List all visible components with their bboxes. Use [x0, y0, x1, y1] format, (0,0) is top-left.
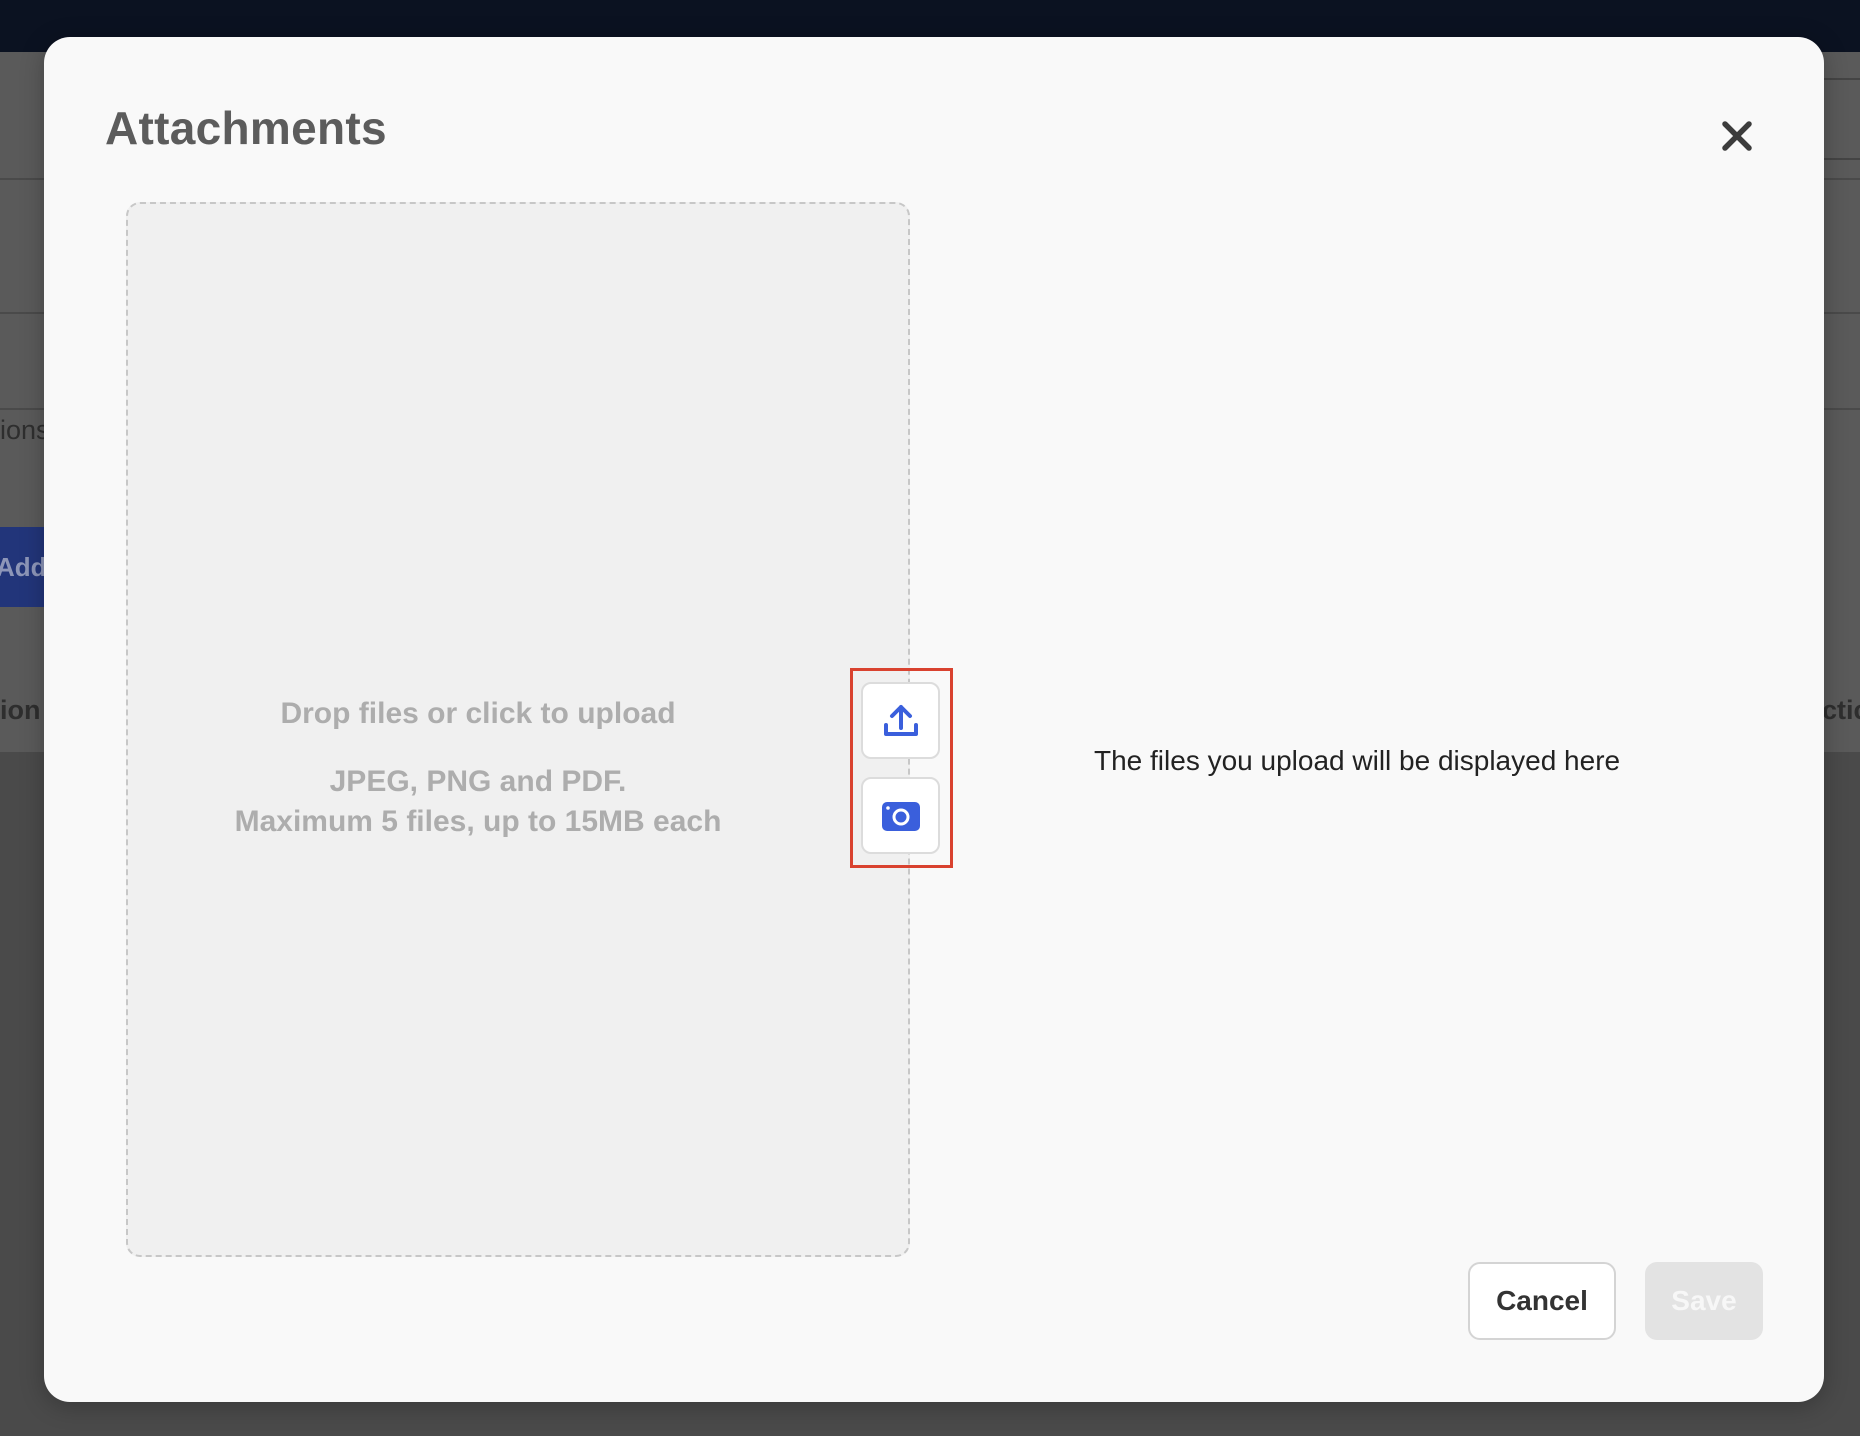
upload-icon: [883, 704, 918, 736]
background-column-header: ctic: [1822, 695, 1860, 725]
camera-icon: [881, 801, 920, 831]
upload-file-button[interactable]: [861, 682, 940, 759]
take-photo-button[interactable]: [861, 777, 940, 854]
close-icon: [1722, 121, 1752, 151]
background-label: ions: [0, 415, 50, 445]
modal-title: Attachments: [105, 102, 387, 154]
dropzone-limits: Maximum 5 files, up to 15MB each: [234, 805, 722, 838]
cancel-button[interactable]: Cancel: [1468, 1262, 1616, 1340]
background-add-button: Add: [0, 527, 46, 607]
file-dropzone[interactable]: Drop files or click to upload JPEG, PNG …: [126, 202, 910, 1257]
empty-files-hint: The files you upload will be displayed h…: [1094, 745, 1621, 776]
page: ions Add ion / ctic Attachments Drop fil…: [0, 0, 1860, 1436]
dropzone-formats: JPEG, PNG and PDF.: [329, 765, 627, 798]
attachments-modal: Attachments Drop files or click to uploa…: [44, 37, 1824, 1402]
save-button[interactable]: Save: [1645, 1262, 1763, 1340]
dropzone-title: Drop files or click to upload: [280, 697, 676, 730]
close-button[interactable]: [1710, 109, 1764, 163]
